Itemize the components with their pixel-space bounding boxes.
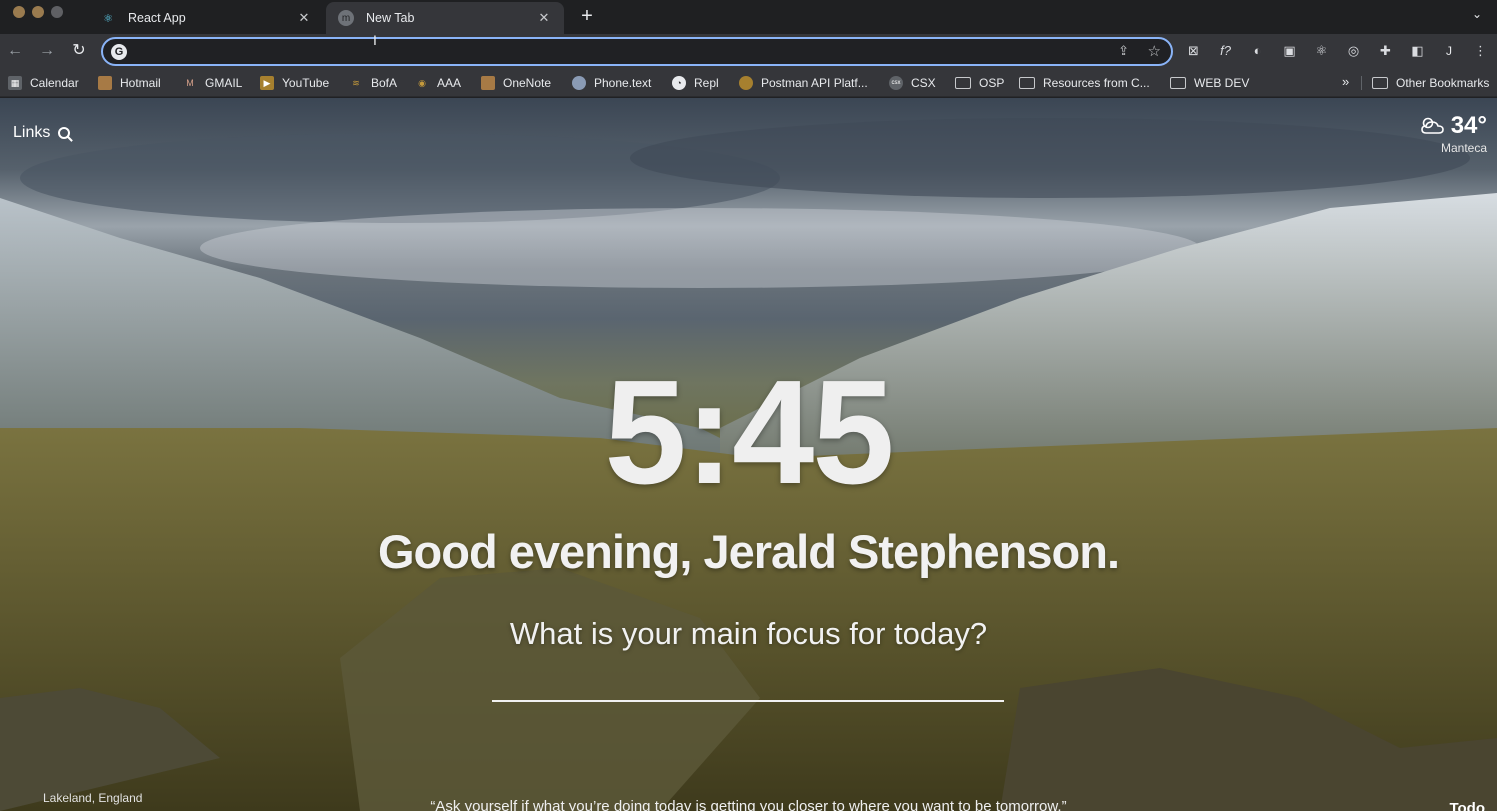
bookmark-star-icon[interactable]: ☆ bbox=[1148, 42, 1161, 60]
temperature: 34° bbox=[1450, 112, 1487, 139]
tab-title: New Tab bbox=[366, 11, 415, 25]
bookmark-hotmail[interactable]: Hotmail bbox=[98, 74, 161, 92]
clock-time: 5:45 bbox=[604, 350, 894, 515]
bookmark-label: Phone.text bbox=[594, 76, 652, 90]
bofa-icon: ≋ bbox=[352, 77, 360, 88]
back-arrow-icon[interactable]: ← bbox=[4, 40, 26, 62]
phone-text-icon bbox=[572, 76, 586, 90]
postman-icon bbox=[739, 76, 753, 90]
window-zoom-button[interactable] bbox=[51, 6, 63, 18]
forward-arrow-icon[interactable]: → bbox=[36, 40, 58, 62]
toolbar: ← → ↻ G ⇪ ☆ ⊠ f? ◐ ▣ ⚛ ◎ ✚ ◧ J ⋮ bbox=[0, 34, 1497, 69]
bookmark-label: Postman API Platf... bbox=[761, 76, 868, 90]
bookmark-label: CSX bbox=[911, 76, 936, 90]
daily-quote: “Ask yourself if what you’re doing today… bbox=[430, 798, 1067, 811]
bookmark-aaa[interactable]: ◉ AAA bbox=[415, 74, 461, 92]
bookmark-phone-text[interactable]: Phone.text bbox=[572, 74, 651, 92]
bookmark-label: OSP bbox=[979, 76, 1005, 90]
bookmarks-overflow-icon[interactable]: » bbox=[1342, 74, 1349, 89]
links-toggle[interactable]: Links bbox=[13, 124, 71, 142]
bookmark-label: YouTube bbox=[282, 76, 330, 90]
bookmark-label: OneNote bbox=[503, 76, 552, 90]
focus-input[interactable] bbox=[492, 662, 1004, 702]
bookmark-label: Resources from C... bbox=[1043, 76, 1150, 90]
todo-button[interactable]: Todo bbox=[1449, 800, 1485, 811]
bookmark-label: AAA bbox=[437, 76, 462, 90]
aaa-icon: ◉ bbox=[418, 77, 426, 88]
window-minimize-button[interactable] bbox=[32, 6, 44, 18]
bookmark-repl[interactable]: ◔ Repl bbox=[672, 74, 719, 92]
links-label: Links bbox=[13, 124, 51, 141]
text-cursor-icon: I bbox=[373, 32, 377, 48]
bookmark-label: Calendar bbox=[30, 76, 79, 90]
folder-icon bbox=[955, 77, 971, 89]
profile-avatar[interactable]: J bbox=[1439, 41, 1459, 61]
extensions-puzzle-icon[interactable]: ✚ bbox=[1375, 41, 1396, 61]
folder-icon bbox=[1170, 77, 1186, 89]
bookmark-youtube[interactable]: ▶ YouTube bbox=[260, 74, 329, 92]
calendar-icon: ▦ bbox=[8, 76, 22, 90]
react-icon: ⚛ bbox=[103, 12, 113, 25]
bookmark-gmail[interactable]: M GMAIL bbox=[183, 74, 242, 92]
side-panel-icon[interactable]: ◧ bbox=[1407, 41, 1428, 61]
tab-strip: ⚛ React App ✕ m New Tab ✕ + ⌄ bbox=[0, 0, 1497, 34]
bookmark-onenote[interactable]: OneNote bbox=[481, 74, 551, 92]
bookmark-label: GMAIL bbox=[205, 76, 243, 90]
hotmail-icon bbox=[98, 76, 112, 90]
window-controls bbox=[13, 6, 63, 18]
bookmark-label: Repl bbox=[694, 76, 719, 90]
bookmark-label: WEB DEV bbox=[1194, 76, 1250, 90]
extension-box-icon[interactable]: ▣ bbox=[1279, 41, 1300, 61]
tab-react-app[interactable]: ⚛ React App ✕ bbox=[88, 2, 324, 34]
bookmark-csx[interactable]: csx CSX bbox=[889, 74, 936, 92]
new-tab-button[interactable]: + bbox=[577, 5, 597, 27]
folder-icon bbox=[1372, 77, 1388, 89]
bookmark-postman[interactable]: Postman API Platf... bbox=[739, 74, 868, 92]
extension-globe-icon[interactable]: ◐ bbox=[1247, 41, 1268, 61]
google-icon: G bbox=[111, 44, 127, 60]
window-close-button[interactable] bbox=[13, 6, 25, 18]
menu-dots-icon[interactable]: ⋮ bbox=[1470, 41, 1491, 61]
csx-icon: csx bbox=[889, 76, 903, 90]
gmail-icon: M bbox=[186, 78, 194, 88]
repl-icon: ◔ bbox=[672, 76, 686, 90]
bookmark-label: BofA bbox=[371, 76, 398, 90]
bookmark-folder-web-dev[interactable]: WEB DEV bbox=[1170, 74, 1249, 92]
weather-location: Manteca bbox=[1440, 141, 1487, 155]
tab-title: React App bbox=[128, 11, 186, 25]
close-icon[interactable]: ✕ bbox=[536, 10, 552, 26]
bookmark-calendar[interactable]: ▦ Calendar bbox=[8, 74, 79, 92]
tab-search-icon[interactable]: ⌄ bbox=[1472, 7, 1482, 21]
youtube-icon: ▶ bbox=[260, 76, 274, 90]
bookmark-folder-osp[interactable]: OSP bbox=[955, 74, 1004, 92]
weather-widget[interactable]: 34° Manteca bbox=[1418, 112, 1487, 155]
share-icon[interactable]: ⇪ bbox=[1118, 43, 1129, 59]
extension-target-icon[interactable]: ◎ bbox=[1343, 41, 1364, 61]
partly-cloudy-icon bbox=[1420, 117, 1444, 134]
address-bar[interactable]: G ⇪ ☆ bbox=[101, 37, 1173, 66]
search-icon[interactable] bbox=[58, 127, 71, 139]
greeting: Good evening, Jerald Stephenson. bbox=[377, 525, 1120, 578]
bookmark-label: Other Bookmarks bbox=[1396, 76, 1490, 90]
extension-x-icon[interactable]: ⊠ bbox=[1183, 41, 1204, 61]
extensions-row: ⊠ f? ◐ ▣ ⚛ ◎ ✚ ◧ J ⋮ bbox=[1183, 41, 1491, 61]
react-devtools-icon[interactable]: ⚛ bbox=[1311, 41, 1332, 61]
address-input[interactable] bbox=[135, 42, 1095, 62]
focus-question: What is your main focus for today? bbox=[509, 616, 988, 651]
close-icon[interactable]: ✕ bbox=[296, 10, 312, 26]
bookmark-label: Hotmail bbox=[120, 76, 161, 90]
onenote-icon bbox=[481, 76, 495, 90]
new-tab-page: Links 34° Manteca 5:45 Good evening, Jer… bbox=[0, 98, 1497, 811]
momentum-icon: m bbox=[338, 10, 354, 26]
bookmarks-divider bbox=[1361, 76, 1362, 90]
extension-function-icon[interactable]: f? bbox=[1215, 41, 1236, 61]
tab-new-tab[interactable]: m New Tab ✕ bbox=[326, 2, 564, 34]
bookmarks-bar: ▦ Calendar Hotmail M GMAIL ▶ YouTube ≋ B… bbox=[0, 69, 1497, 97]
bookmark-folder-resources[interactable]: Resources from C... bbox=[1019, 74, 1150, 92]
reload-icon[interactable]: ↻ bbox=[68, 40, 90, 62]
bookmark-bofa[interactable]: ≋ BofA bbox=[349, 74, 397, 92]
bookmark-other[interactable]: Other Bookmarks bbox=[1372, 74, 1489, 92]
folder-icon bbox=[1019, 77, 1035, 89]
